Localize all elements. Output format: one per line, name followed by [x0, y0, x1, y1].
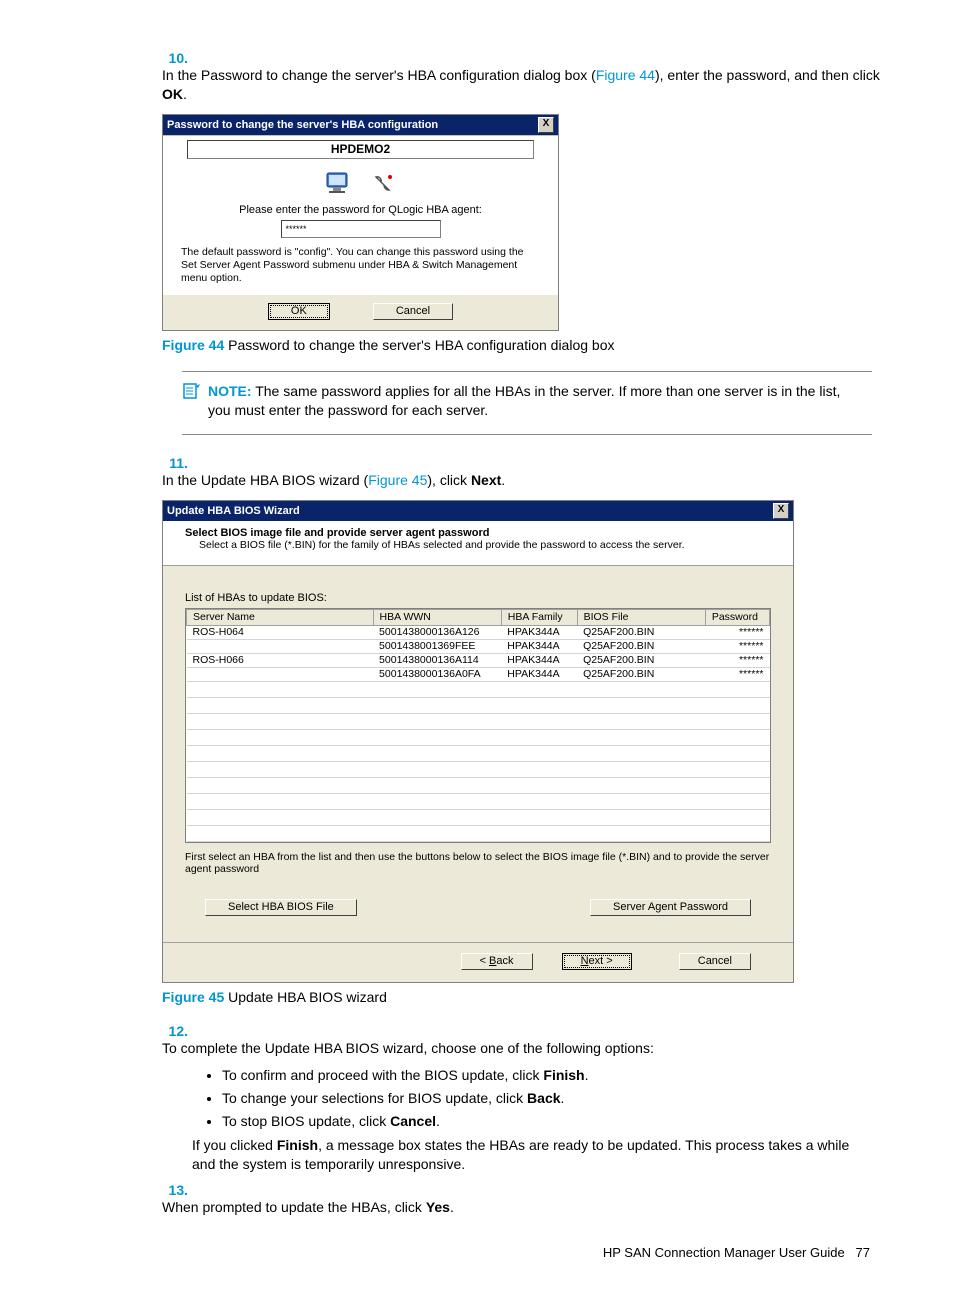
- figure-45-caption: Figure 45 Update HBA BIOS wizard: [162, 989, 872, 1005]
- col-bios-file[interactable]: BIOS File: [577, 609, 705, 625]
- password-dialog: Password to change the server's HBA conf…: [162, 114, 559, 331]
- password-input[interactable]: ******: [281, 220, 441, 238]
- document-page: 10. In the Password to change the server…: [0, 0, 954, 1290]
- table-row[interactable]: 5001438000136A0FAHPAK344AQ25AF200.BIN***…: [187, 667, 770, 681]
- step-number: 13.: [162, 1182, 188, 1198]
- table-row[interactable]: ROS-H0645001438000136A126HPAK344AQ25AF20…: [187, 625, 770, 639]
- col-server-name[interactable]: Server Name: [187, 609, 374, 625]
- monitor-icon: [323, 171, 351, 198]
- close-icon[interactable]: X: [538, 117, 554, 133]
- note-box: NOTE: The same password applies for all …: [182, 371, 872, 435]
- server-agent-password-button[interactable]: Server Agent Password: [590, 899, 751, 916]
- step-text: When prompted to update the HBAs, click …: [162, 1198, 902, 1217]
- wizard-title: Update HBA BIOS Wizard: [167, 505, 300, 517]
- update-hba-wizard: Update HBA BIOS Wizard X Select BIOS ima…: [162, 500, 794, 983]
- step-11: 11. In the Update HBA BIOS wizard (Figur…: [82, 455, 872, 490]
- select-hba-bios-file-button[interactable]: Select HBA BIOS File: [205, 899, 357, 916]
- dialog-titlebar: Password to change the server's HBA conf…: [163, 115, 558, 135]
- back-button[interactable]: < Back: [461, 953, 533, 970]
- page-footer: HP SAN Connection Manager User Guide 77: [82, 1245, 872, 1260]
- col-hba-wwn[interactable]: HBA WWN: [373, 609, 501, 625]
- step-text: To complete the Update HBA BIOS wizard, …: [162, 1039, 902, 1058]
- step-13: 13. When prompted to update the HBAs, cl…: [82, 1182, 872, 1217]
- dialog-title: Password to change the server's HBA conf…: [167, 119, 438, 131]
- note-icon: [182, 382, 200, 406]
- wrench-icon: [370, 171, 398, 198]
- ok-button[interactable]: OK: [268, 303, 330, 320]
- table-row[interactable]: ROS-H0665001438000136A114HPAK344AQ25AF20…: [187, 653, 770, 667]
- figure-44-link[interactable]: Figure 44: [596, 67, 655, 83]
- hba-list-label: List of HBAs to update BIOS:: [185, 592, 771, 604]
- wizard-subtext: Select a BIOS file (*.BIN) for the famil…: [185, 539, 779, 551]
- wizard-heading: Select BIOS image file and provide serve…: [185, 527, 779, 539]
- step-text: In the Update HBA BIOS wizard (Figure 45…: [162, 471, 902, 490]
- wizard-hint: First select an HBA from the list and th…: [185, 851, 771, 875]
- col-password[interactable]: Password: [705, 609, 769, 625]
- figure-45-link[interactable]: Figure 45: [368, 472, 427, 488]
- step-10: 10. In the Password to change the server…: [82, 50, 872, 104]
- dialog-button-row: OK Cancel: [163, 295, 558, 330]
- icon-row: [163, 165, 558, 204]
- wizard-titlebar: Update HBA BIOS Wizard X: [163, 501, 793, 521]
- wizard-footer-buttons: < Back Next > Cancel: [163, 942, 793, 982]
- wizard-header: Select BIOS image file and provide serve…: [163, 521, 793, 566]
- note-text: The same password applies for all the HB…: [208, 383, 840, 418]
- table-header-row: Server Name HBA WWN HBA Family BIOS File…: [187, 609, 770, 625]
- after-options-text: If you clicked Finish, a message box sta…: [192, 1136, 872, 1174]
- server-name-field[interactable]: HPDEMO2: [187, 140, 534, 159]
- options-list: To confirm and proceed with the BIOS upd…: [222, 1066, 872, 1131]
- next-button[interactable]: Next >: [562, 953, 632, 970]
- step-text: In the Password to change the server's H…: [162, 66, 902, 104]
- col-hba-family[interactable]: HBA Family: [501, 609, 577, 625]
- step-12: 12. To complete the Update HBA BIOS wiza…: [82, 1023, 872, 1058]
- default-password-hint: The default password is "config". You ca…: [163, 246, 558, 295]
- password-prompt: Please enter the password for QLogic HBA…: [163, 204, 558, 216]
- close-icon[interactable]: X: [773, 503, 789, 519]
- cancel-button[interactable]: Cancel: [679, 953, 751, 970]
- step-number: 10.: [162, 50, 188, 66]
- list-item: To confirm and proceed with the BIOS upd…: [222, 1066, 872, 1085]
- wizard-body: List of HBAs to update BIOS: Server Name…: [163, 566, 793, 942]
- step-number: 12.: [162, 1023, 188, 1039]
- list-item: To stop BIOS update, click Cancel.: [222, 1112, 872, 1131]
- list-item: To change your selections for BIOS updat…: [222, 1089, 872, 1108]
- note-label: NOTE:: [208, 383, 252, 399]
- hba-table[interactable]: Server Name HBA WWN HBA Family BIOS File…: [185, 608, 771, 843]
- table-row[interactable]: 5001438001369FEEHPAK344AQ25AF200.BIN****…: [187, 639, 770, 653]
- step-number: 11.: [162, 455, 188, 471]
- wizard-middle-buttons: Select HBA BIOS File Server Agent Passwo…: [185, 899, 771, 916]
- figure-44-caption: Figure 44 Password to change the server'…: [162, 337, 872, 353]
- cancel-button[interactable]: Cancel: [373, 303, 453, 320]
